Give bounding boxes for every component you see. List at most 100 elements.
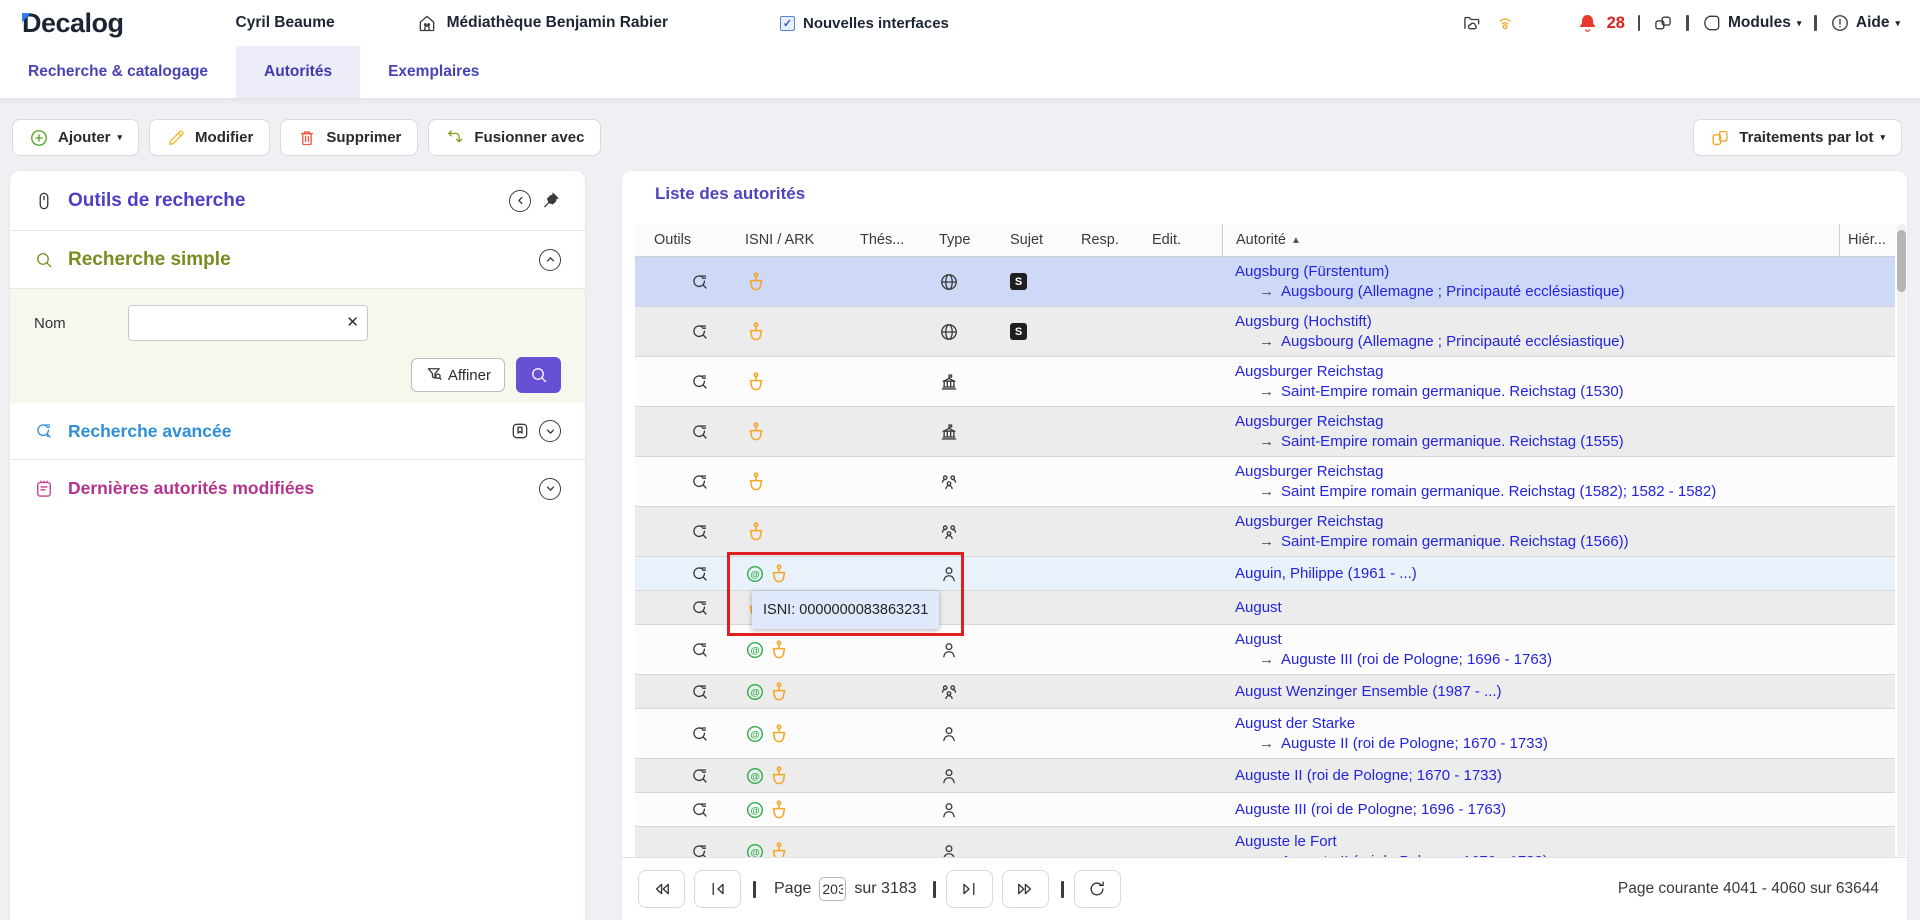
ark-icon[interactable]: [745, 471, 767, 493]
batch-processing-button[interactable]: Traitements par lot ▾: [1693, 119, 1902, 156]
authority-row[interactable]: @August→Auguste III (roi de Pologne; 169…: [635, 625, 1895, 675]
authority-reference-link[interactable]: →Auguste II (roi de Pologne; 1670 - 1733…: [1259, 735, 1548, 752]
authority-reference-link[interactable]: →Augsbourg (Allemagne ; Principauté eccl…: [1259, 333, 1625, 350]
column-header-resp[interactable]: Resp.: [1081, 232, 1152, 248]
column-header-thesaurus[interactable]: Thés...: [860, 232, 935, 248]
authority-row[interactable]: Augsburger Reichstag →Saint-Empire romain…: [635, 507, 1895, 557]
next-page-button[interactable]: [946, 870, 993, 908]
isni-icon[interactable]: @: [745, 564, 765, 584]
add-button[interactable]: Ajouter ▾: [12, 119, 139, 156]
delete-button[interactable]: Supprimer: [280, 119, 418, 156]
column-header-isni-ark[interactable]: ISNI / ARK: [745, 232, 860, 248]
ark-icon[interactable]: [745, 421, 767, 443]
fast-backward-button[interactable]: [638, 870, 685, 908]
column-header-hierarchie[interactable]: Hiér...: [1839, 224, 1895, 256]
authority-row[interactable]: @Auguste le Fort→Auguste II (roi de Polo…: [635, 827, 1895, 857]
row-search-tools-icon[interactable]: [690, 800, 710, 820]
authority-link[interactable]: August: [1235, 599, 1282, 616]
authority-link[interactable]: Augsburger Reichstag: [1235, 363, 1383, 380]
tab-autorites[interactable]: Autorités: [236, 46, 360, 98]
column-header-type[interactable]: Type: [935, 232, 1008, 248]
authority-row[interactable]: Augsburger Reichstag →Saint Empire romain…: [635, 457, 1895, 507]
authority-reference-link[interactable]: →Saint-Empire romain germanique. Reichst…: [1259, 533, 1629, 550]
fast-forward-button[interactable]: [1002, 870, 1049, 908]
collapse-panel-icon[interactable]: [509, 190, 531, 212]
expand-section-icon[interactable]: [539, 478, 561, 500]
column-header-sujet[interactable]: Sujet: [1008, 232, 1081, 248]
authority-link[interactable]: Auguin, Philippe (1961 - ...): [1235, 565, 1417, 582]
authority-reference-link[interactable]: →Auguste III (roi de Pologne; 1696 - 176…: [1259, 651, 1552, 668]
authority-reference-link[interactable]: →Saint-Empire romain germanique. Reichst…: [1259, 433, 1624, 450]
authority-row[interactable]: SAugsburg (Hochstift)→Augsbourg (Allemag…: [635, 307, 1895, 357]
authority-row[interactable]: @Auguste II (roi de Pologne; 1670 - 1733…: [635, 759, 1895, 793]
authority-link[interactable]: Auguste le Fort: [1235, 833, 1337, 850]
previous-page-button[interactable]: [694, 870, 741, 908]
row-search-tools-icon[interactable]: [690, 598, 710, 618]
ark-icon[interactable]: [768, 563, 790, 585]
decalog-logo[interactable]: Decalog: [22, 8, 124, 39]
page-number-input[interactable]: [819, 877, 846, 901]
row-search-tools-icon[interactable]: [690, 422, 710, 442]
authority-link[interactable]: Auguste III (roi de Pologne; 1696 - 1763…: [1235, 801, 1506, 818]
isni-icon[interactable]: @: [745, 842, 765, 858]
authority-link[interactable]: Augsburg (Hochstift): [1235, 313, 1372, 330]
simple-search-section-header[interactable]: Recherche simple: [10, 231, 585, 289]
scrollbar-thumb[interactable]: [1897, 230, 1906, 292]
ark-icon[interactable]: [768, 765, 790, 787]
merge-button[interactable]: Fusionner avec: [428, 119, 601, 156]
ark-icon[interactable]: [768, 681, 790, 703]
row-search-tools-icon[interactable]: [690, 372, 710, 392]
authority-row[interactable]: Augsburger Reichstag →Saint-Empire romain…: [635, 357, 1895, 407]
scrollbar-track[interactable]: [1897, 224, 1906, 857]
authority-reference-link[interactable]: →Augsbourg (Allemagne ; Principauté eccl…: [1259, 283, 1625, 300]
authority-row[interactable]: SAugsburg (Fürstentum)→Augsbourg (Allema…: [635, 257, 1895, 307]
column-header-autorite[interactable]: Autorité ▲: [1222, 224, 1839, 256]
authority-link[interactable]: Augsburger Reichstag: [1235, 513, 1383, 530]
isni-icon[interactable]: @: [745, 800, 765, 820]
ark-icon[interactable]: [745, 321, 767, 343]
refresh-button[interactable]: [1074, 870, 1121, 908]
notifications-bell-icon[interactable]: [1577, 13, 1598, 34]
folder-cloud-icon[interactable]: [1462, 13, 1482, 33]
link-icon[interactable]: [1653, 13, 1673, 33]
row-search-tools-icon[interactable]: [690, 766, 710, 786]
isni-icon[interactable]: @: [745, 724, 765, 744]
row-search-tools-icon[interactable]: [690, 272, 710, 292]
new-interfaces-toggle[interactable]: ✓ Nouvelles interfaces: [780, 15, 949, 32]
authority-row[interactable]: @ Auguin, Philippe (1961 - ...): [635, 557, 1895, 591]
pin-icon[interactable]: [540, 190, 561, 211]
recent-authorities-section-header[interactable]: Dernières autorités modifiées: [10, 460, 585, 517]
ark-icon[interactable]: [768, 723, 790, 745]
isni-icon[interactable]: @: [745, 766, 765, 786]
authority-link[interactable]: Augsburg (Fürstentum): [1235, 263, 1389, 280]
new-interfaces-checkbox[interactable]: ✓: [780, 16, 795, 31]
authority-row[interactable]: Augsburger Reichstag→Saint-Empire romain…: [635, 407, 1895, 457]
row-search-tools-icon[interactable]: [690, 842, 710, 858]
ark-icon[interactable]: [768, 841, 790, 858]
library-selector[interactable]: Médiathèque Benjamin Rabier: [417, 13, 668, 33]
row-search-tools-icon[interactable]: [690, 640, 710, 660]
help-menu[interactable]: Aide ▾: [1830, 13, 1900, 33]
authority-link[interactable]: August Wenzinger Ensemble (1987 - ...): [1235, 683, 1502, 700]
tab-exemplaires[interactable]: Exemplaires: [360, 46, 507, 98]
row-search-tools-icon[interactable]: [690, 522, 710, 542]
collapse-section-icon[interactable]: [539, 249, 561, 271]
authority-link[interactable]: Augsburger Reichstag: [1235, 463, 1383, 480]
bookmark-icon[interactable]: [510, 421, 530, 441]
row-search-tools-icon[interactable]: [690, 472, 710, 492]
search-submit-button[interactable]: [516, 357, 561, 393]
row-search-tools-icon[interactable]: [690, 564, 710, 584]
authority-reference-link[interactable]: →Saint Empire romain germanique. Reichst…: [1259, 483, 1716, 500]
isni-icon[interactable]: @: [745, 682, 765, 702]
row-search-tools-icon[interactable]: [690, 724, 710, 744]
authority-reference-link[interactable]: →Saint-Empire romain germanique. Reichst…: [1259, 383, 1624, 400]
ark-icon[interactable]: [768, 639, 790, 661]
authority-row[interactable]: @August der Starke→Auguste II (roi de Po…: [635, 709, 1895, 759]
expand-section-icon[interactable]: [539, 420, 561, 442]
authority-row[interactable]: @ August Wenzinger Ensemble (1987 - ...): [635, 675, 1895, 709]
ark-icon[interactable]: [745, 371, 767, 393]
ark-icon[interactable]: [745, 521, 767, 543]
advanced-search-section-header[interactable]: Recherche avancée: [10, 403, 585, 460]
column-header-edit[interactable]: Edit.: [1152, 232, 1222, 248]
ark-icon[interactable]: [745, 271, 767, 293]
